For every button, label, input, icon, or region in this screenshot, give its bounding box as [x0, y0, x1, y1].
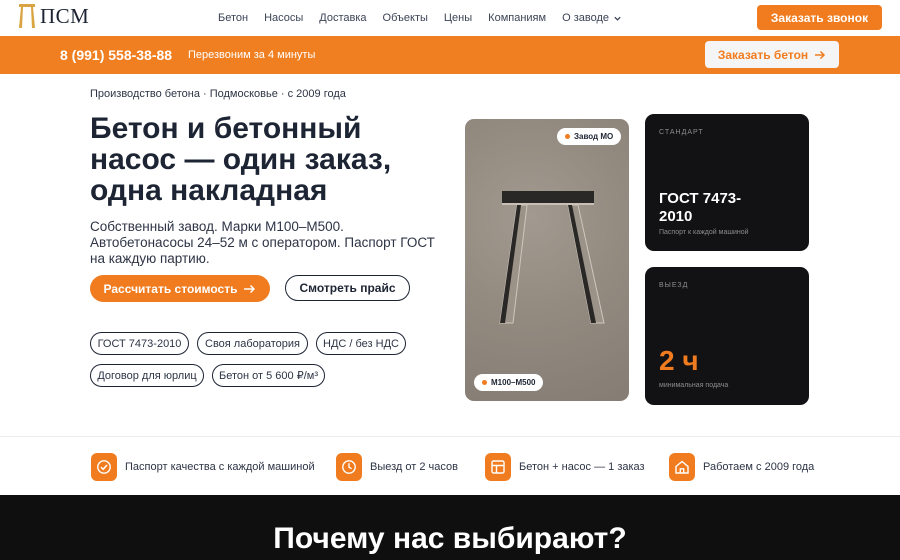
departure-card-value: 2 ч	[659, 345, 699, 376]
phone-number[interactable]: 8 (991) 558-38-88	[60, 47, 172, 63]
chevron-down-icon	[614, 16, 621, 21]
feature-text: Выезд от 2 часов	[370, 461, 458, 473]
why-title: Почему нас выбирают?	[273, 522, 627, 555]
standard-card-value: ГОСТ 7473-2010	[659, 190, 742, 225]
callback-note: Перезвоним за 4 минуты	[188, 49, 316, 61]
logo[interactable]: ПСМ	[18, 3, 89, 29]
view-price-button[interactable]: Смотреть прайс	[285, 275, 410, 301]
feature-text: Работаем с 2009 года	[703, 461, 815, 473]
nav-item-delivery[interactable]: Доставка	[319, 12, 366, 24]
hero-eyebrow: Производство бетона · Подмосковье · с 20…	[90, 88, 346, 100]
clock-icon	[336, 453, 362, 481]
feature-item: Работаем с 2009 года	[669, 453, 814, 481]
logo-text: ПСМ	[40, 3, 90, 28]
nav-item-about-label: О заводе	[562, 12, 609, 24]
features-row: Паспорт качества с каждой машиной Выезд …	[0, 436, 900, 495]
grade-tag-label: М100–М500	[491, 378, 536, 387]
feature-item: Паспорт качества с каждой машиной	[91, 453, 315, 481]
chip-lab: Своя лаборатория	[197, 332, 308, 355]
standard-card: СТАНДАРТ ГОСТ 7473-2010 Паспорт к каждой…	[645, 114, 809, 251]
check-badge-icon	[91, 453, 117, 481]
pi-relief-graphic	[499, 191, 605, 324]
nav-item-about[interactable]: О заводе	[562, 12, 622, 24]
main-nav: Бетон Насосы Доставка Объекты Цены Компа…	[218, 0, 638, 36]
departure-card-label: ВЫЕЗД	[659, 282, 689, 289]
feature-item: Выезд от 2 часов	[336, 453, 458, 481]
grade-tag: М100–М500	[474, 374, 544, 391]
call-request-button[interactable]: Заказать звонок	[757, 5, 882, 30]
nav-item-prices[interactable]: Цены	[444, 12, 472, 24]
chip-gost: ГОСТ 7473-2010	[90, 332, 189, 355]
nav-item-companies[interactable]: Компаниям	[488, 12, 546, 24]
chip-vat: НДС / без НДС	[316, 332, 406, 355]
order-concrete-label: Заказать бетон	[717, 47, 809, 62]
factory-dot-icon	[565, 134, 570, 139]
arrow-right-icon	[815, 50, 826, 59]
chip-contract: Договор для юрлиц	[90, 364, 204, 387]
factory-tag: Завод МО	[557, 128, 622, 145]
page-title: Бетон и бетонный насос — один заказ, одн…	[90, 112, 392, 207]
logo-mark-icon	[19, 4, 35, 28]
feature-item: Бетон + насос — 1 заказ	[485, 453, 645, 481]
calculate-cost-button[interactable]: Рассчитать стоимость	[90, 275, 270, 302]
chip-price-from: Бетон от 5 600 ₽/м³	[212, 364, 325, 387]
concrete-image: Завод МО М100–М500	[465, 119, 629, 401]
site-header: ПСМ Бетон Насосы Доставка Объекты Цены К…	[0, 0, 900, 36]
grade-dot-icon	[482, 380, 487, 385]
nav-item-pumps[interactable]: Насосы	[264, 12, 303, 24]
arrow-right-icon	[244, 284, 256, 293]
contact-bar: 8 (991) 558-38-88 Перезвоним за 4 минуты…	[0, 36, 900, 74]
home-icon	[669, 453, 695, 481]
factory-tag-label: Завод МО	[574, 132, 614, 141]
standard-card-sub: Паспорт к каждой машиной	[659, 229, 749, 236]
nav-item-projects[interactable]: Объекты	[383, 12, 428, 24]
departure-card-sub: минимальная подача	[659, 382, 729, 389]
feature-text: Бетон + насос — 1 заказ	[519, 461, 645, 473]
why-section: Почему нас выбирают?	[0, 495, 900, 560]
departure-card: ВЫЕЗД 2 ч минимальная подача	[645, 267, 809, 405]
grid-icon	[485, 453, 511, 481]
nav-item-concrete[interactable]: Бетон	[218, 12, 248, 24]
order-concrete-button[interactable]: Заказать бетон	[705, 41, 839, 68]
calculate-cost-label: Рассчитать стоимость	[103, 281, 238, 296]
feature-text: Паспорт качества с каждой машиной	[125, 461, 315, 473]
standard-card-label: СТАНДАРТ	[659, 129, 704, 136]
hero-description: Собственный завод. Марки М100–М500. Авто…	[90, 219, 435, 266]
